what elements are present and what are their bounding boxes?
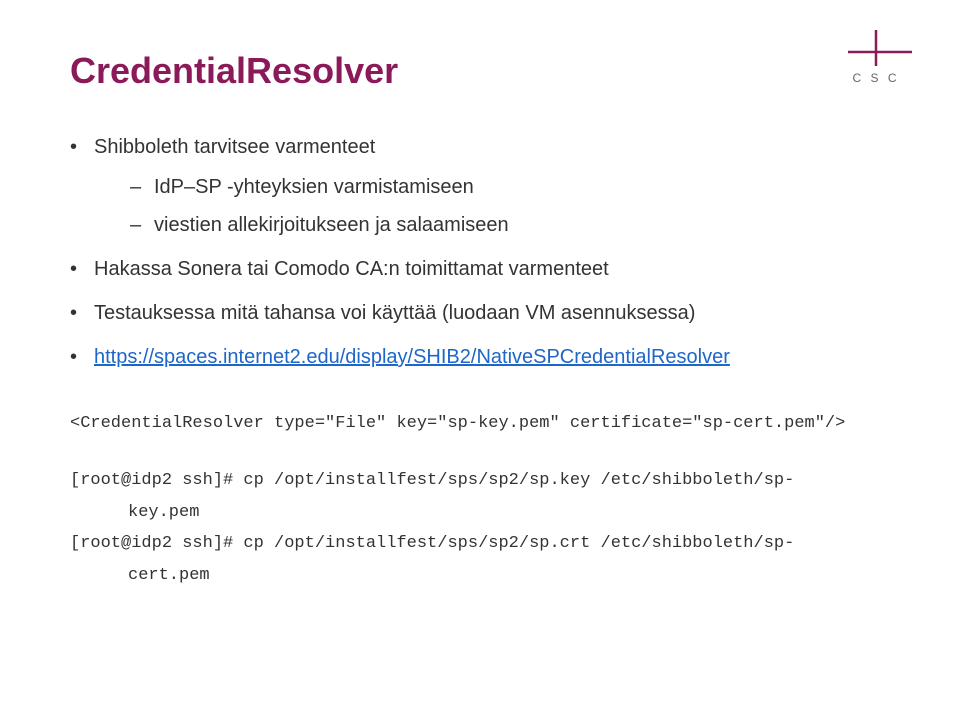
slide-content: Shibboleth tarvitsee varmenteet IdP–SP -…	[70, 132, 890, 591]
bullet-text: Testauksessa mitä tahansa voi käyttää (l…	[94, 302, 695, 324]
code-line: <CredentialResolver type="File" key="sp-…	[70, 408, 890, 439]
bullet-text: Shibboleth tarvitsee varmenteet	[94, 136, 375, 158]
slide: C S C CredentialResolver Shibboleth tarv…	[0, 0, 960, 720]
bullet-item: https://spaces.internet2.edu/display/SHI…	[70, 342, 890, 372]
code-line-continuation: cert.pem	[70, 560, 890, 591]
code-line: [root@idp2 ssh]# cp /opt/installfest/sps…	[70, 465, 890, 496]
bullet-item: Hakassa Sonera tai Comodo CA:n toimittam…	[70, 254, 890, 284]
code-line-continuation: key.pem	[70, 497, 890, 528]
sub-bullet-text: viestien allekirjoitukseen ja salaamisee…	[154, 214, 509, 236]
sub-bullet-item: IdP–SP -yhteyksien varmistamiseen	[130, 172, 890, 202]
svg-text:C S C: C S C	[852, 71, 899, 85]
slide-title: CredentialResolver	[70, 50, 890, 92]
bullet-text: Hakassa Sonera tai Comodo CA:n toimittam…	[94, 258, 609, 280]
sub-bullet-list: IdP–SP -yhteyksien varmistamiseen viesti…	[94, 172, 890, 240]
code-line: [root@idp2 ssh]# cp /opt/installfest/sps…	[70, 528, 890, 559]
bullet-item: Shibboleth tarvitsee varmenteet IdP–SP -…	[70, 132, 890, 240]
bullet-list: Shibboleth tarvitsee varmenteet IdP–SP -…	[70, 132, 890, 372]
bullet-item: Testauksessa mitä tahansa voi käyttää (l…	[70, 298, 890, 328]
sub-bullet-item: viestien allekirjoitukseen ja salaamisee…	[130, 210, 890, 240]
csc-logo: C S C	[836, 28, 916, 88]
code-block: <CredentialResolver type="File" key="sp-…	[70, 408, 890, 591]
sub-bullet-text: IdP–SP -yhteyksien varmistamiseen	[154, 176, 474, 198]
bullet-link[interactable]: https://spaces.internet2.edu/display/SHI…	[94, 346, 730, 368]
